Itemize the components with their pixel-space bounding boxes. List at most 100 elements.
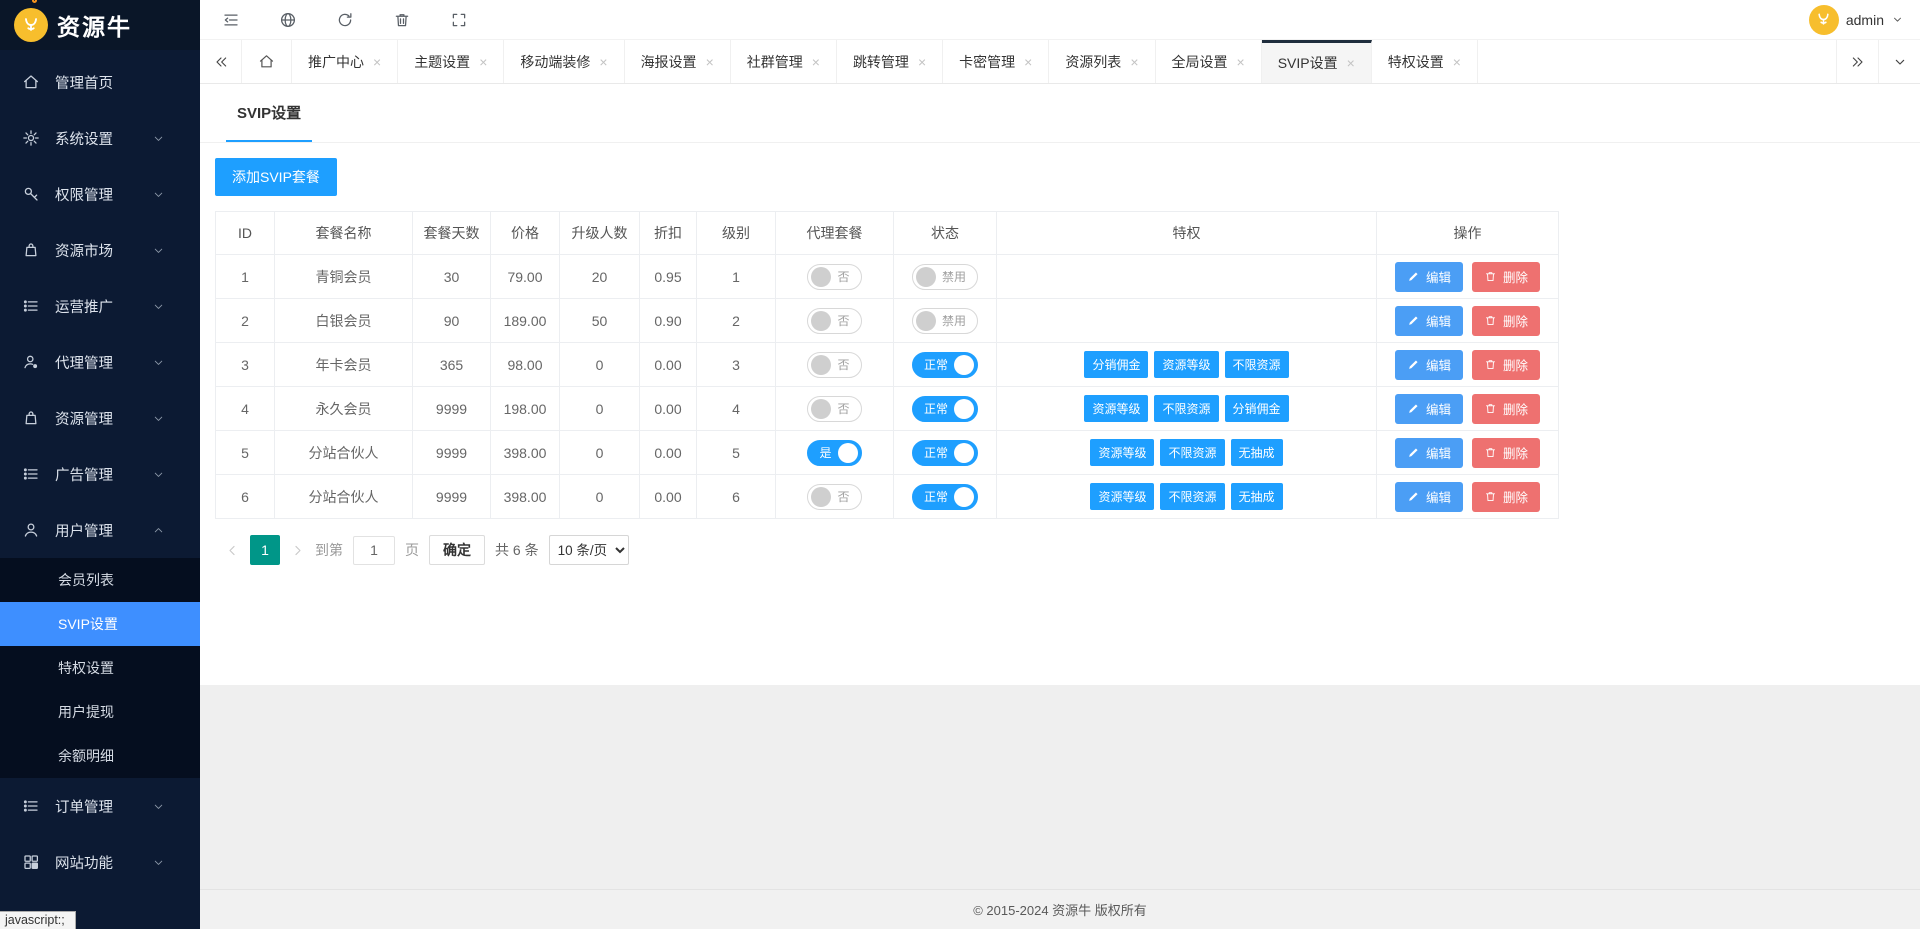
close-icon[interactable]: × [599,55,607,69]
tab-theme-settings[interactable]: 主题设置 × [398,40,505,83]
app-logo[interactable]: 资源牛 [0,0,200,50]
delete-button[interactable]: 删除 [1472,261,1541,292]
close-icon[interactable]: × [1347,56,1355,70]
cell-status: 正常 [893,386,997,431]
column-header: ID [215,211,275,255]
close-icon[interactable]: × [918,55,926,69]
status-toggle[interactable]: 禁用 [911,307,978,334]
close-icon[interactable]: × [373,55,381,69]
sidebar-item-user-mgmt[interactable]: 用户管理 [0,502,200,558]
sidebar-item-resource-mgmt[interactable]: 资源管理 [0,390,200,446]
cell-days: 90 [412,298,491,343]
globe-button[interactable] [279,11,297,29]
edit-button[interactable]: 编辑 [1394,261,1463,292]
sidebar-subitem-member-list[interactable]: 会员列表 [0,558,200,602]
close-icon[interactable]: × [812,55,820,69]
tab-operations-button[interactable] [1878,40,1920,83]
status-toggle[interactable]: 正常 [911,439,978,466]
sidebar-subitem-privilege-settings[interactable]: 特权设置 [0,646,200,690]
edit-button[interactable]: 编辑 [1394,393,1463,424]
table-row: 1 青铜会员 30 79.00 20 0.95 1 否禁用 编辑 删除 [215,254,1559,299]
sidebar-subitem-user-withdraw[interactable]: 用户提现 [0,690,200,734]
edit-button[interactable]: 编辑 [1394,437,1463,468]
sidebar-item-operation-promo[interactable]: 运营推广 [0,278,200,334]
tab-scroll-right-button[interactable] [1836,40,1878,83]
delete-button[interactable]: 删除 [1472,305,1541,336]
chevron-down-icon [154,192,163,197]
tab-poster-settings[interactable]: 海报设置 × [624,40,731,83]
close-icon[interactable]: × [1024,55,1032,69]
delete-button[interactable]: 删除 [1472,393,1541,424]
chevron-down-icon [154,804,163,809]
user-icon [24,523,38,537]
sidebar-subitem-svip-settings[interactable]: SVIP设置 [0,602,200,646]
agent-package-toggle[interactable]: 否 [807,351,862,378]
status-toggle[interactable]: 正常 [911,395,978,422]
user-menu[interactable]: admin [1808,4,1904,35]
status-toggle[interactable]: 正常 [911,483,978,510]
confirm-page-button[interactable]: 确定 [429,535,485,565]
delete-button-label: 删除 [1503,447,1529,461]
agent-package-toggle[interactable]: 否 [807,263,862,290]
sidebar-item-admin-home[interactable]: 管理首页 [0,54,200,110]
tab-resource-list[interactable]: 资源列表 × [1049,40,1156,83]
tab-svip-settings[interactable]: SVIP设置 × [1261,40,1372,83]
chevron-up-icon [154,527,163,532]
cell-days: 365 [412,342,491,387]
sidebar-item-ad-mgmt[interactable]: 广告管理 [0,446,200,502]
tab-community-mgmt[interactable]: 社群管理 × [730,40,837,83]
tab-redirect-mgmt[interactable]: 跳转管理 × [836,40,944,83]
switch-label: 否 [837,270,850,284]
tab-promo-center[interactable]: 推广中心 × [292,40,399,83]
sidebar-subitem-balance-detail[interactable]: 余额明细 [0,734,200,778]
current-page-button[interactable]: 1 [250,535,280,565]
edit-button[interactable]: 编辑 [1394,349,1463,380]
tab-mobile-decor[interactable]: 移动端装修 × [504,40,625,83]
svip-panel: SVIP设置 添加SVIP套餐 ID 套餐名称 套餐天数 价格 升级人数 折扣 级别 代理套餐… [200,84,1920,685]
close-icon[interactable]: × [479,55,487,69]
agent-package-toggle[interactable]: 否 [807,307,862,334]
edit-button[interactable]: 编辑 [1394,305,1463,336]
page-size-select[interactable]: 10 条/页 [548,535,629,565]
sidebar-item-resource-market[interactable]: 资源市场 [0,222,200,278]
tab-privilege-settings[interactable]: 特权设置 × [1371,40,1478,83]
sidebar-item-site-features[interactable]: 网站功能 [0,834,200,890]
sidebar-item-agent-mgmt[interactable]: 代理管理 [0,334,200,390]
add-svip-button[interactable]: 添加SVIP套餐 [215,158,337,196]
delete-button-label: 删除 [1503,403,1529,417]
tab-home[interactable] [242,40,292,83]
agent-package-toggle[interactable]: 否 [807,483,862,510]
switch-label: 正常 [923,490,948,504]
edit-button[interactable]: 编辑 [1394,481,1463,512]
status-toggle[interactable]: 正常 [911,351,978,378]
sidebar-item-label: 管理首页 [55,75,113,92]
cell-name: 年卡会员 [274,342,413,387]
delete-button[interactable]: 删除 [1472,437,1541,468]
close-icon[interactable]: × [1237,55,1245,69]
cell-privileges: 资源等级 不限资源 分销佣金 [996,386,1377,431]
tab-global-settings[interactable]: 全局设置 × [1155,40,1262,83]
trash-button[interactable] [393,11,411,29]
tab-cardkey-mgmt[interactable]: 卡密管理 × [943,40,1050,83]
status-toggle[interactable]: 禁用 [911,263,978,290]
menu-fold-button[interactable] [222,11,240,29]
next-page-button[interactable] [290,543,305,558]
goto-page-input[interactable] [353,535,395,565]
delete-button[interactable]: 删除 [1472,349,1541,380]
cell-upgrade: 20 [559,254,640,299]
delete-button[interactable]: 删除 [1472,481,1541,512]
prev-page-button[interactable] [225,543,240,558]
tab-scroll-left-button[interactable] [200,40,242,83]
globe-icon [280,12,296,27]
agent-package-toggle[interactable]: 否 [807,395,862,422]
sidebar-item-order-mgmt[interactable]: 订单管理 [0,778,200,834]
sidebar-item-permission-mgmt[interactable]: 权限管理 [0,166,200,222]
close-icon[interactable]: × [1453,55,1461,69]
agent-package-toggle[interactable]: 是 [807,439,862,466]
close-icon[interactable]: × [706,55,714,69]
grid-icon [24,855,39,870]
sidebar-item-system-settings[interactable]: 系统设置 [0,110,200,166]
refresh-button[interactable] [336,11,354,29]
close-icon[interactable]: × [1130,55,1138,69]
fullscreen-button[interactable] [450,11,468,29]
